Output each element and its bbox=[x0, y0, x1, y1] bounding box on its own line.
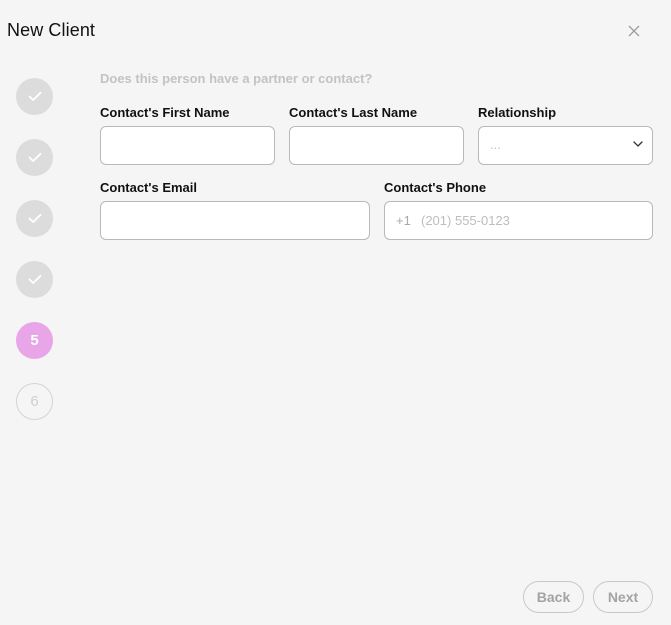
check-icon bbox=[28, 152, 41, 162]
check-icon bbox=[28, 274, 41, 284]
back-button[interactable]: Back bbox=[523, 581, 584, 613]
step-3[interactable] bbox=[16, 200, 53, 237]
modal-title: New Client bbox=[7, 20, 96, 40]
step-1[interactable] bbox=[16, 78, 53, 115]
relationship-selected-value: ... bbox=[490, 137, 501, 152]
check-icon bbox=[28, 213, 41, 223]
email-label: Contact's Email bbox=[100, 180, 198, 195]
step-5[interactable]: 5 bbox=[16, 322, 53, 359]
relationship-label: Relationship bbox=[478, 105, 557, 120]
email-field[interactable] bbox=[100, 201, 370, 240]
last-name-input[interactable] bbox=[290, 127, 463, 164]
step-6[interactable]: 6 bbox=[16, 383, 53, 420]
phone-field[interactable]: +1 bbox=[384, 201, 653, 240]
chevron-down-icon bbox=[633, 141, 643, 147]
email-input[interactable] bbox=[101, 202, 369, 239]
last-name-label: Contact's Last Name bbox=[289, 105, 418, 120]
phone-input[interactable] bbox=[385, 202, 652, 239]
next-button[interactable]: Next bbox=[593, 581, 653, 613]
close-button[interactable] bbox=[624, 21, 644, 41]
first-name-label: Contact's First Name bbox=[100, 105, 230, 120]
form-question: Does this person have a partner or conta… bbox=[100, 71, 373, 86]
first-name-input[interactable] bbox=[101, 127, 274, 164]
new-client-modal: New Client 5 6 Does this person have a p… bbox=[0, 0, 671, 625]
last-name-field[interactable] bbox=[289, 126, 464, 165]
phone-country-prefix[interactable]: +1 bbox=[396, 213, 411, 228]
relationship-select[interactable]: ... bbox=[478, 126, 653, 165]
first-name-field[interactable] bbox=[100, 126, 275, 165]
close-icon bbox=[628, 25, 640, 37]
step-2[interactable] bbox=[16, 139, 53, 176]
phone-label: Contact's Phone bbox=[384, 180, 487, 195]
step-4[interactable] bbox=[16, 261, 53, 298]
check-icon bbox=[28, 91, 41, 101]
